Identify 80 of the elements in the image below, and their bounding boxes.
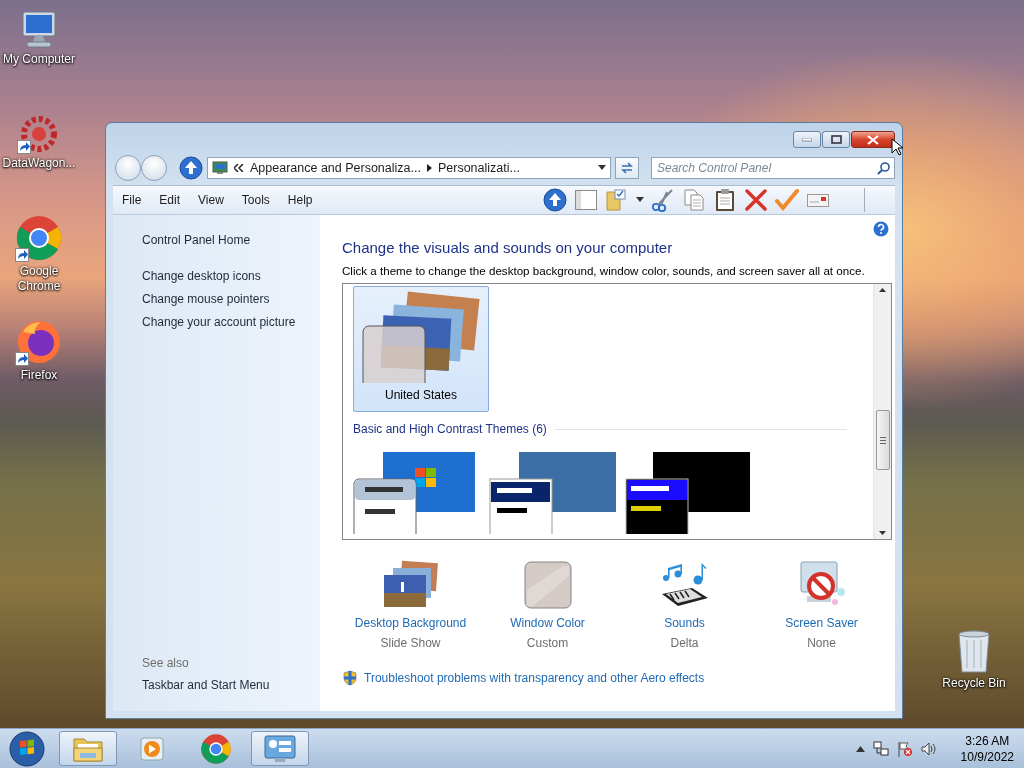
- desktop-icon-label[interactable]: Recycle Bin: [935, 676, 1013, 691]
- flag-icon[interactable]: [896, 740, 913, 757]
- taskbar-button[interactable]: [59, 731, 117, 766]
- menu-item[interactable]: View: [189, 190, 233, 210]
- sidebar-link[interactable]: Control Panel Home: [142, 233, 251, 248]
- setting-value: Slide Show: [380, 636, 441, 650]
- sidebar-link[interactable]: Change desktop icons: [142, 269, 261, 284]
- setting-link[interactable]: Desktop Background: [354, 616, 467, 630]
- menu-item[interactable]: Edit: [150, 190, 190, 210]
- instruction-text: Click a theme to change the desktop background, window color, sounds, and screen saver all at once.: [342, 264, 866, 277]
- troubleshoot-link[interactable]: Troubleshoot problems with transparency and other Aero effects: [364, 671, 705, 685]
- shield-icon: [342, 670, 358, 686]
- search-icon: [877, 162, 890, 175]
- desktop-icon-label[interactable]: Firefox: [0, 368, 78, 383]
- minimize-icon: [802, 137, 812, 142]
- chrome-icon: [200, 732, 232, 765]
- color-swatch-icon[interactable]: [522, 560, 573, 610]
- scissors-icon[interactable]: [651, 188, 675, 212]
- delete-icon[interactable]: [744, 188, 768, 212]
- control-panel-icon: [212, 161, 228, 175]
- setting-link[interactable]: Sounds: [664, 616, 705, 630]
- pane-icon[interactable]: [574, 189, 598, 211]
- refresh-button[interactable]: [615, 157, 639, 179]
- checkmark-icon[interactable]: [775, 188, 799, 212]
- clock-time[interactable]: 3:26 AM: [965, 732, 1010, 749]
- taskbar-button[interactable]: [251, 731, 309, 766]
- setting-value: Custom: [526, 636, 569, 650]
- dropdown-caret-icon[interactable]: [598, 165, 606, 171]
- desktop-icon-label[interactable]: My Computer: [0, 52, 78, 67]
- mouse-pointer-icon: [891, 138, 903, 156]
- sidebar-link[interactable]: Change mouse pointers: [142, 292, 270, 307]
- shortcut-arrow-icon: [15, 248, 29, 262]
- control-panel-icon: [263, 733, 297, 764]
- menu-item[interactable]: Help: [278, 190, 322, 210]
- close-button[interactable]: [851, 131, 895, 148]
- chrome-icon: [15, 214, 63, 262]
- setting-link[interactable]: Screen Saver: [785, 616, 858, 630]
- clipboard-icon[interactable]: [713, 188, 737, 212]
- setting-value: Delta: [670, 636, 699, 650]
- address-bar[interactable]: Appearance and Personaliza... Personalizati...: [207, 157, 611, 179]
- start-button[interactable]: [6, 729, 48, 768]
- see-also-heading: See also: [142, 656, 189, 670]
- scrollbar-thumb[interactable]: [875, 410, 890, 470]
- chevron-icon: [234, 164, 244, 172]
- maximize-icon: [830, 135, 842, 144]
- menu-item[interactable]: File: [113, 190, 151, 210]
- help-icon[interactable]: [873, 221, 889, 237]
- shortcut-arrow-icon: [15, 352, 29, 366]
- theme-item[interactable]: United States: [353, 286, 489, 412]
- firefox-icon: [15, 318, 63, 366]
- network-icon[interactable]: [872, 740, 889, 757]
- scrollbar[interactable]: [873, 284, 891, 539]
- menu-item[interactable]: Tools: [232, 190, 279, 210]
- clock-date[interactable]: 10/9/2022: [960, 748, 1014, 765]
- sidebar-link[interactable]: Change your account picture: [142, 315, 296, 330]
- setting-value: None: [807, 636, 836, 650]
- breadcrumb-item[interactable]: Personalizati...: [437, 161, 520, 175]
- group-heading: Basic and High Contrast Themes (6): [353, 422, 547, 436]
- caret-icon[interactable]: [636, 197, 644, 203]
- minimize-button[interactable]: [793, 131, 821, 148]
- refresh-icon: [620, 161, 634, 175]
- theme-name: United States: [384, 388, 457, 402]
- theme-thumbnail[interactable]: [489, 452, 619, 534]
- page-heading: Change the visuals and sounds on your computer: [342, 239, 674, 256]
- scroll-down-icon[interactable]: [879, 531, 886, 535]
- scroll-up-icon[interactable]: [879, 288, 886, 292]
- maximize-button[interactable]: [822, 131, 850, 148]
- folder-icon[interactable]: [605, 188, 629, 212]
- start-orb-icon: [9, 730, 45, 767]
- setting-link[interactable]: Window Color: [510, 616, 585, 630]
- breadcrumb-arrow-icon[interactable]: [426, 164, 432, 172]
- breadcrumb-item[interactable]: Appearance and Personaliza...: [250, 161, 421, 175]
- shortcut-arrow-icon: [17, 140, 31, 154]
- show-hidden-icons-icon[interactable]: [855, 745, 865, 752]
- search-field[interactable]: Search Control Panel: [651, 157, 895, 179]
- media-player-icon: [139, 735, 165, 762]
- sidebar-link[interactable]: Taskbar and Start Menu: [142, 678, 270, 693]
- close-icon: [867, 134, 879, 145]
- speaker-icon[interactable]: [920, 740, 937, 757]
- grip-icon: [879, 436, 886, 444]
